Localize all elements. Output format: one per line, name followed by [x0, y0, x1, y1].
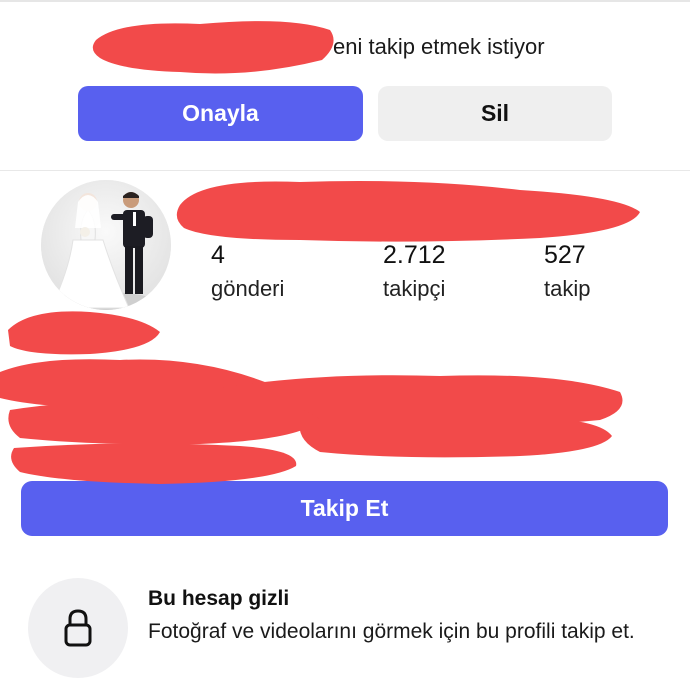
section-divider [0, 170, 690, 171]
private-account-title: Bu hesap gizli [148, 587, 290, 610]
following-count[interactable]: 527 [544, 241, 586, 270]
lock-badge [28, 578, 128, 678]
approve-button[interactable]: Onayla [78, 86, 363, 141]
top-divider [0, 0, 690, 2]
delete-button[interactable]: Sil [378, 86, 612, 141]
private-account-description: Fotoğraf ve videolarını görmek için bu p… [148, 620, 635, 643]
approve-button-label: Onayla [182, 100, 259, 126]
follow-request-text: eni takip etmek istiyor [333, 34, 545, 59]
delete-button-label: Sil [480, 100, 510, 126]
avatar[interactable] [41, 180, 171, 310]
followers-count[interactable]: 2.712 [383, 241, 446, 270]
avatar-photo [41, 180, 171, 310]
follow-button[interactable]: Takip Et [21, 481, 668, 536]
follow-button-label: Takip Et [300, 495, 389, 521]
lock-icon [64, 609, 92, 647]
posts-count[interactable]: 4 [211, 241, 225, 270]
following-label[interactable]: takip [544, 276, 590, 302]
followers-label[interactable]: takipçi [383, 276, 445, 302]
posts-label[interactable]: gönderi [211, 276, 284, 302]
